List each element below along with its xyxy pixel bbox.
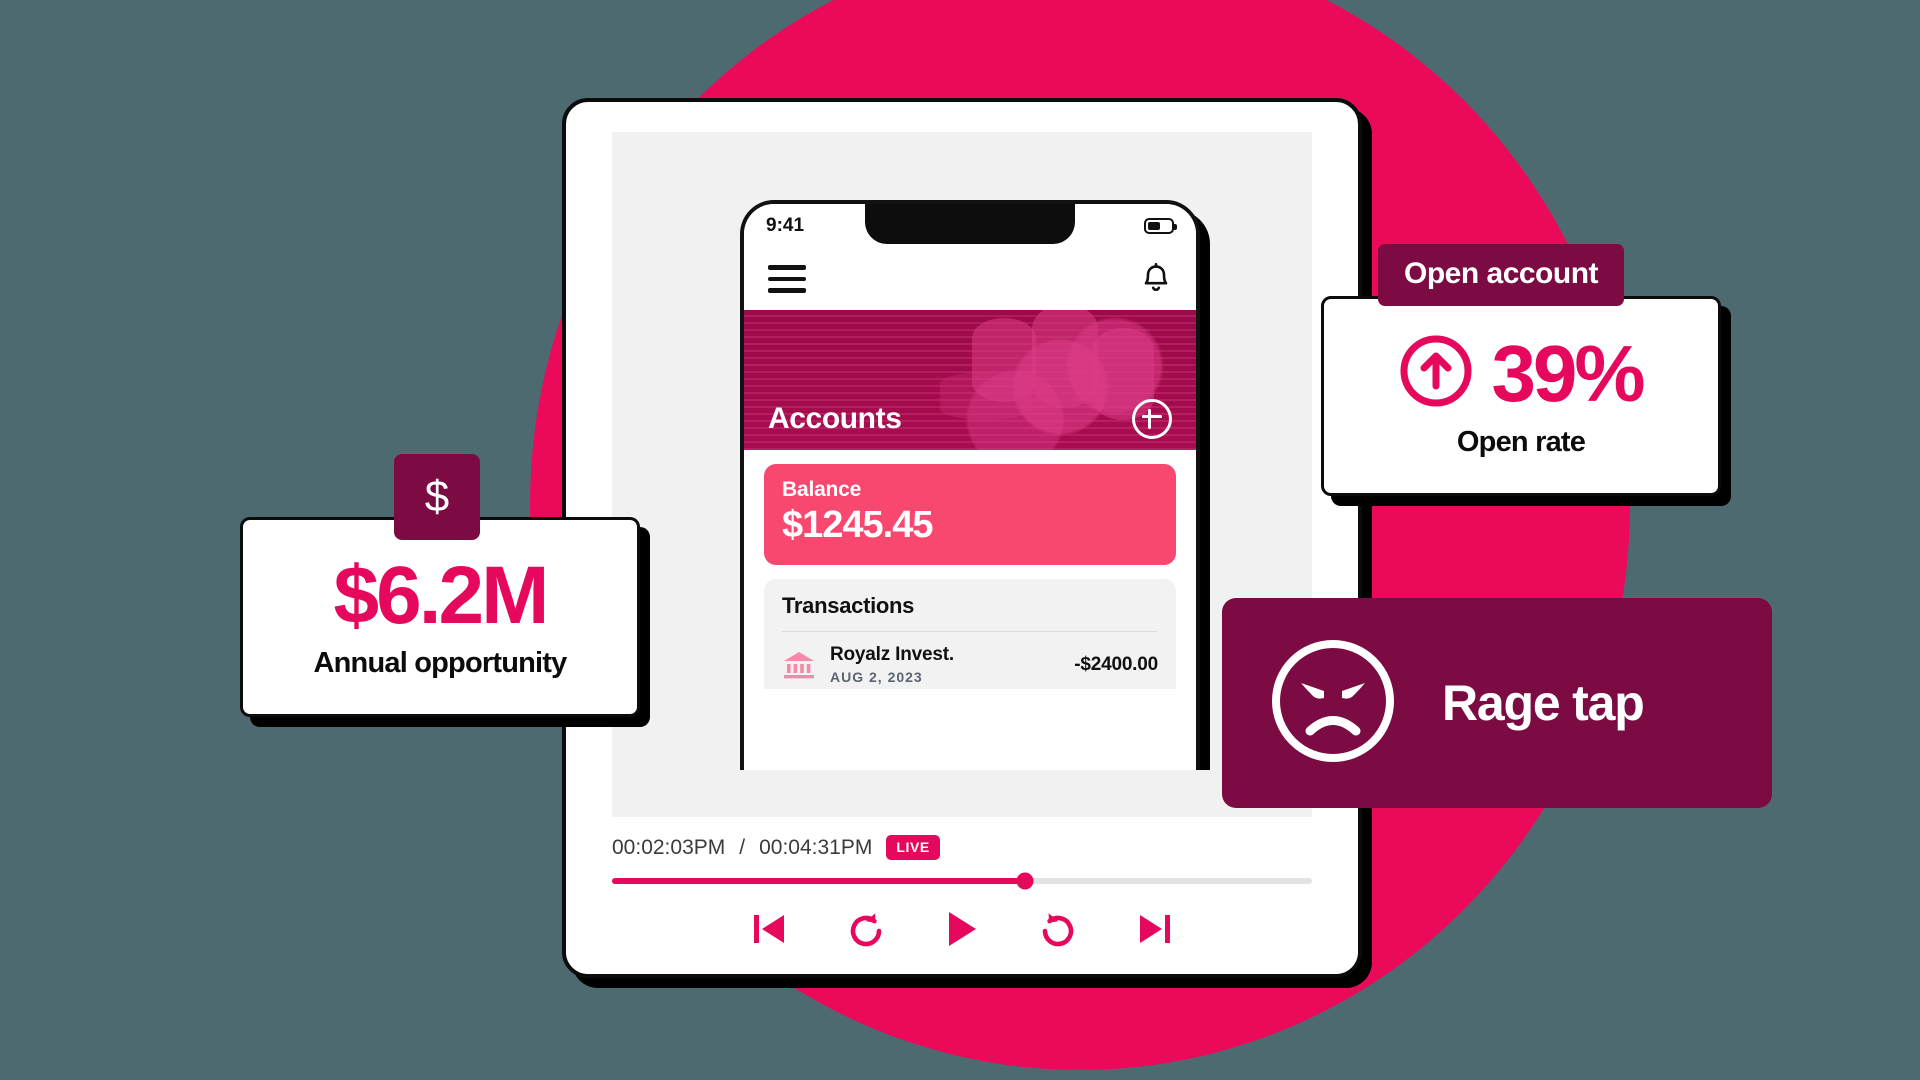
- bank-icon: [782, 650, 816, 680]
- hero-title-bar: Accounts: [744, 388, 1196, 450]
- open-rate-caption: Open rate: [1456, 425, 1586, 458]
- page-title: Accounts: [768, 402, 902, 435]
- fast-forward-icon[interactable]: [1040, 911, 1076, 947]
- table-row[interactable]: Royalz Invest. AUG 2, 2023 -$2400.00: [782, 632, 1158, 689]
- transaction-name: Royalz Invest.: [830, 644, 954, 665]
- open-rate-value-row: 39%: [1399, 328, 1646, 418]
- arrow-up-circle-icon: [1399, 334, 1473, 413]
- open-account-chip: Open account: [1378, 244, 1625, 306]
- current-time: 00:02:03PM: [612, 835, 726, 859]
- transactions-heading: Transactions: [782, 593, 915, 618]
- playback-time-row: 00:02:03PM / 00:04:31PM LIVE: [612, 835, 1312, 860]
- rewind-icon[interactable]: [848, 911, 884, 947]
- bell-icon[interactable]: [1140, 262, 1172, 296]
- open-rate-value: 39%: [1491, 328, 1645, 418]
- angry-face-icon: [1268, 636, 1398, 771]
- rage-tap-card: Rage tap: [1222, 598, 1772, 808]
- accounts-hero-banner: Accounts: [744, 310, 1196, 450]
- progress-scrubber[interactable]: [612, 872, 1312, 890]
- player-window: 9:41 Accounts Balance $1245.45 Transacti…: [562, 98, 1362, 978]
- transaction-date: AUG 2, 2023: [830, 669, 923, 685]
- annual-opportunity-caption: Annual opportunity: [313, 646, 567, 679]
- transactions-panel: Transactions Royalz Invest. AUG 2, 2023 …: [764, 579, 1176, 689]
- player-controls: 00:02:03PM / 00:04:31PM LIVE: [566, 817, 1358, 974]
- open-rate-card: 39% Open rate: [1321, 296, 1721, 496]
- hamburger-menu-icon[interactable]: [768, 265, 806, 293]
- total-time: 00:04:31PM: [759, 835, 873, 859]
- phone-nav-bar: [744, 248, 1196, 310]
- phone-mock: 9:41 Accounts Balance $1245.45 Transacti…: [740, 200, 1200, 770]
- composition-stage: 9:41 Accounts Balance $1245.45 Transacti…: [0, 0, 1920, 1080]
- time-separator: /: [739, 835, 746, 859]
- transaction-details: Royalz Invest. AUG 2, 2023: [830, 644, 1060, 685]
- skip-forward-icon[interactable]: [1138, 911, 1172, 947]
- transaction-amount: -$2400.00: [1074, 653, 1158, 675]
- accounts-body: Balance $1245.45 Transactions Royalz Inv…: [744, 450, 1196, 689]
- play-icon[interactable]: [946, 910, 978, 948]
- phone-notch: [865, 204, 1075, 244]
- dollar-sign-glyph: $: [424, 472, 450, 521]
- progress-knob[interactable]: [1016, 872, 1034, 890]
- session-replay-viewport: 9:41 Accounts Balance $1245.45 Transacti…: [612, 132, 1312, 817]
- rage-tap-label: Rage tap: [1442, 675, 1645, 731]
- annual-opportunity-card: $6.2M Annual opportunity: [240, 517, 640, 717]
- progress-fill: [612, 878, 1025, 884]
- balance-value: $1245.45: [782, 504, 934, 546]
- balance-label: Balance: [782, 478, 862, 501]
- transport-controls: [612, 910, 1312, 948]
- plus-circle-icon[interactable]: [1132, 399, 1172, 439]
- battery-icon: [1144, 218, 1177, 234]
- dollar-sign-icon: $: [394, 454, 480, 540]
- status-badge: LIVE: [886, 835, 940, 860]
- open-account-chip-label: Open account: [1404, 257, 1599, 290]
- balance-card[interactable]: Balance $1245.45: [764, 464, 1176, 565]
- annual-opportunity-value: $6.2M: [333, 549, 550, 641]
- status-time: 9:41: [766, 215, 805, 236]
- skip-back-icon[interactable]: [752, 911, 786, 947]
- phone-status-bar: 9:41: [744, 204, 1196, 248]
